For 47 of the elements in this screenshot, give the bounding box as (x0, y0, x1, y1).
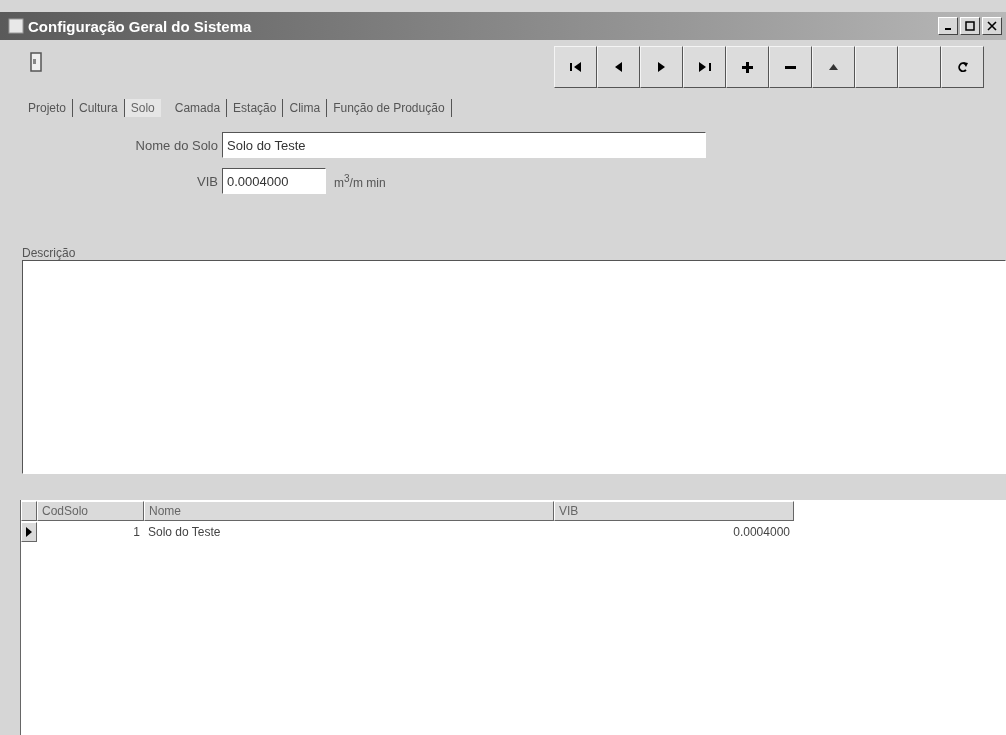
tab[interactable]: Clima (283, 99, 328, 117)
field-label: Nome do Solo (134, 137, 219, 153)
maximize-button[interactable] (960, 17, 980, 35)
close-button[interactable] (982, 17, 1002, 35)
next-button[interactable] (640, 46, 683, 88)
tab[interactable]: Projeto (22, 99, 74, 117)
refresh-button[interactable] (941, 46, 984, 88)
close-icon (987, 21, 997, 31)
cancel-button[interactable] (898, 46, 941, 88)
column-header[interactable]: Nome (144, 500, 554, 521)
delete-button[interactable] (769, 46, 812, 88)
post-button[interactable] (855, 46, 898, 88)
first-record-icon (569, 62, 582, 72)
input-field[interactable]: Solo do Teste (222, 132, 706, 158)
description-field[interactable] (22, 260, 1006, 474)
plus-icon (742, 61, 753, 73)
tab[interactable]: Solo (124, 99, 161, 117)
prior-button[interactable] (597, 46, 640, 88)
column-header[interactable]: VIB (554, 500, 794, 521)
table-cell-text: 1 (132, 523, 141, 541)
last-button[interactable] (683, 46, 726, 88)
table-cell-text: Solo do Teste (147, 523, 222, 541)
up-triangle-icon (829, 64, 838, 70)
next-record-icon (658, 62, 665, 72)
document-icon (30, 52, 42, 72)
tab[interactable]: Cultura (73, 99, 125, 117)
last-record-icon (698, 62, 711, 72)
edit-button[interactable] (812, 46, 855, 88)
tab[interactable]: Camada (168, 99, 228, 117)
column-header[interactable]: CodSolo (37, 500, 144, 521)
prior-record-icon (615, 62, 622, 72)
tab[interactable]: Estação (227, 99, 284, 117)
maximize-icon (965, 21, 975, 31)
table-cell-text: 0.0004000 (732, 523, 791, 541)
first-button[interactable] (554, 46, 597, 88)
insert-button[interactable] (726, 46, 769, 88)
minimize-button[interactable] (938, 17, 958, 35)
minimize-icon (945, 28, 951, 30)
window-title: Configuração Geral do Sistema (28, 17, 252, 35)
tab[interactable]: Função de Produção (327, 99, 452, 117)
field-label: VIB (196, 173, 219, 189)
input-field[interactable]: 0.0004000 (222, 168, 326, 194)
app-icon (8, 18, 24, 34)
unit-label: m$^{3}$/m min (334, 172, 386, 190)
field-label: Descrição (22, 246, 77, 260)
minus-icon (785, 65, 796, 69)
refresh-icon (956, 61, 969, 73)
